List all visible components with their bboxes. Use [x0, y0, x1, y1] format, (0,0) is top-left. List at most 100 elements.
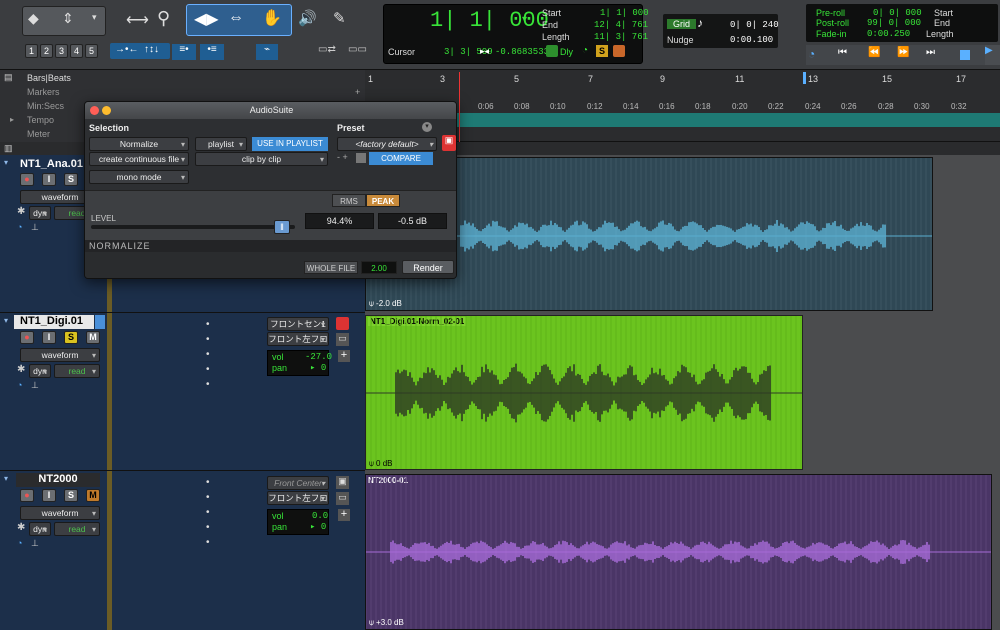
track-3-auto-mode[interactable]: read	[54, 522, 100, 536]
grid-value[interactable]: 0| 0| 240	[730, 20, 779, 30]
nudge-value[interactable]: 0:00.100	[730, 35, 773, 45]
fadein-value[interactable]: 0:00.250	[867, 29, 910, 39]
level-slider-handle[interactable]: ‖	[274, 220, 290, 234]
power-icon[interactable]: ▣	[442, 135, 456, 151]
track-3-auto-select[interactable]: dyn	[29, 522, 51, 536]
selection-end-marker-icon[interactable]	[803, 72, 806, 84]
grabber-tool-icon[interactable]: ✋	[262, 8, 282, 28]
spot-icon[interactable]: ≡•	[172, 44, 196, 60]
compare-button[interactable]: COMPARE	[369, 152, 433, 165]
track-2-pan-value[interactable]: ▸ 0	[310, 363, 326, 373]
rewind-icon[interactable]: ⏪	[868, 47, 880, 58]
track-1-select-icon[interactable]: ▾	[4, 158, 8, 167]
preset-menu-icon[interactable]: ▾	[422, 122, 432, 132]
shuffle-icon[interactable]: →•←	[115, 44, 139, 55]
selector-tool-icon[interactable]: ⇔	[228, 9, 244, 27]
zoom-preset-4[interactable]: 4	[70, 44, 83, 58]
track-3-clock-icon[interactable]: ◔	[17, 538, 22, 548]
main-counter-dropdown-icon[interactable]: ▾	[522, 14, 527, 25]
link-track-icon[interactable]: ▭⇄	[318, 44, 336, 55]
fadein-label[interactable]: Fade-in	[816, 29, 847, 39]
track-1-person-icon[interactable]: ⊥	[31, 222, 39, 233]
plugin-select[interactable]: Normalize	[89, 137, 189, 151]
track-2-output-window-icon[interactable]: ▭	[336, 333, 349, 346]
clock-icon[interactable]: ◔	[582, 45, 588, 56]
resize-icon[interactable]: ⟷	[126, 10, 149, 30]
use-in-playlist-button[interactable]: USE IN PLAYLIST	[252, 137, 328, 151]
track-2-select-icon[interactable]: ▾	[4, 316, 8, 325]
track-2-output-record-icon[interactable]	[336, 317, 349, 330]
track-2-vol-value[interactable]: -27.0	[305, 352, 332, 362]
track-2-view-select[interactable]: waveform	[20, 348, 100, 362]
playlist-select[interactable]: playlist	[195, 137, 247, 151]
create-mode-select[interactable]: create continuous file	[89, 152, 189, 166]
track-3-output-2[interactable]: フロント左フロ	[267, 491, 329, 505]
peak-button[interactable]: PEAK	[366, 194, 400, 207]
track-1-solo-button[interactable]: S	[64, 173, 78, 186]
track-3-vol-value[interactable]: 0.0	[312, 511, 328, 521]
track-3-record-button[interactable]: ●	[20, 489, 34, 502]
track-3-solo-button[interactable]: S	[64, 489, 78, 502]
track-2-mute-button[interactable]: M	[86, 331, 100, 344]
stop-icon[interactable]	[960, 50, 970, 60]
track-3-add-icon[interactable]: +	[338, 509, 350, 521]
track-3-person-icon[interactable]: ⊥	[31, 538, 39, 549]
end-value[interactable]: 12| 4| 761	[594, 20, 648, 30]
preroll-value[interactable]: 0| 0| 000	[873, 8, 922, 18]
chevron-down-icon[interactable]: ▾	[92, 12, 97, 23]
track-1-input-button[interactable]: I	[42, 173, 56, 186]
zoom-toggle-icon-2[interactable]: ⇕	[62, 10, 82, 30]
rms-button[interactable]: RMS	[332, 194, 366, 207]
link-icon[interactable]: ⌁	[256, 44, 278, 60]
postroll-label[interactable]: Post-roll	[816, 18, 849, 28]
track-2-name[interactable]: NT1_Digi.01	[14, 315, 94, 329]
go-to-end-icon[interactable]: ⏭	[926, 47, 935, 58]
bars-ruler[interactable]	[365, 72, 1000, 86]
zoom-preset-3[interactable]: 3	[55, 44, 68, 58]
track-2-add-icon[interactable]: +	[338, 350, 350, 362]
track-2-auto-mode[interactable]: read	[54, 364, 100, 378]
track-3-select-icon[interactable]: ▾	[4, 474, 8, 483]
zoom-preset-5[interactable]: 5	[85, 44, 98, 58]
track-3-view-select[interactable]: waveform	[20, 506, 100, 520]
tracklist-icon[interactable]: ▥	[4, 143, 13, 154]
fast-forward-icon[interactable]: ⏩	[897, 47, 909, 58]
track-3-input-button[interactable]: I	[42, 489, 56, 502]
scrubber-tool-icon[interactable]: 🔊	[298, 9, 317, 27]
zoomer-tool-icon[interactable]: ⚲	[157, 8, 170, 29]
track-3-pan-value[interactable]: ▸ 0	[310, 522, 326, 532]
track-3-output-record-icon[interactable]: ▣	[336, 476, 349, 489]
ruler-menu-icon[interactable]: ▤	[4, 72, 13, 83]
slip-icon[interactable]: ↑↕↓	[144, 44, 159, 55]
track-1-auto-icon[interactable]: ✱	[17, 206, 25, 217]
track-1-clock-icon[interactable]: ◔	[17, 222, 22, 232]
render-button[interactable]: Render	[402, 260, 454, 274]
track-3-output-window-icon[interactable]: ▭	[336, 492, 349, 505]
clip-mode-select[interactable]: clip by clip	[195, 152, 328, 166]
zoom-toggle-icon[interactable]: ◆	[28, 10, 48, 30]
track-2-name-dropdown[interactable]	[95, 315, 105, 329]
track-3-output-1[interactable]: Front Center	[267, 476, 329, 490]
track-2-auto-icon[interactable]: ✱	[17, 364, 25, 375]
track-2-auto-select[interactable]: dyn	[29, 364, 51, 378]
track-2-clock-icon[interactable]: ◔	[17, 380, 22, 390]
postroll-value[interactable]: 99| 0| 000	[867, 18, 921, 28]
s-toggle[interactable]: S	[596, 45, 608, 57]
zoom-preset-2[interactable]: 2	[40, 44, 53, 58]
level-slider-track[interactable]	[91, 225, 295, 229]
return-to-zero-icon[interactable]: ⏮	[838, 47, 847, 58]
track-2-person-icon[interactable]: ⊥	[31, 380, 39, 391]
whole-file-button[interactable]: WHOLE FILE	[304, 261, 358, 274]
tempo-expand-icon[interactable]: ▸	[10, 115, 14, 124]
preroll-label[interactable]: Pre-roll	[816, 8, 845, 18]
track-2-clip-gain[interactable]: ⍦ 0 dB	[369, 459, 393, 469]
window-icon[interactable]: ▭▭	[348, 44, 367, 55]
track-3-auto-icon[interactable]: ✱	[17, 522, 25, 533]
track-3-name[interactable]: NT2000	[16, 473, 100, 487]
zoom-preset-1[interactable]: 1	[25, 44, 38, 58]
track-1-record-button[interactable]: ●	[20, 173, 34, 186]
start-value[interactable]: 1| 1| 000	[600, 8, 649, 18]
record-icon[interactable]	[613, 45, 625, 57]
track-3-mute-button[interactable]: M	[86, 489, 100, 502]
preset-select[interactable]: <factory default>	[337, 137, 437, 151]
